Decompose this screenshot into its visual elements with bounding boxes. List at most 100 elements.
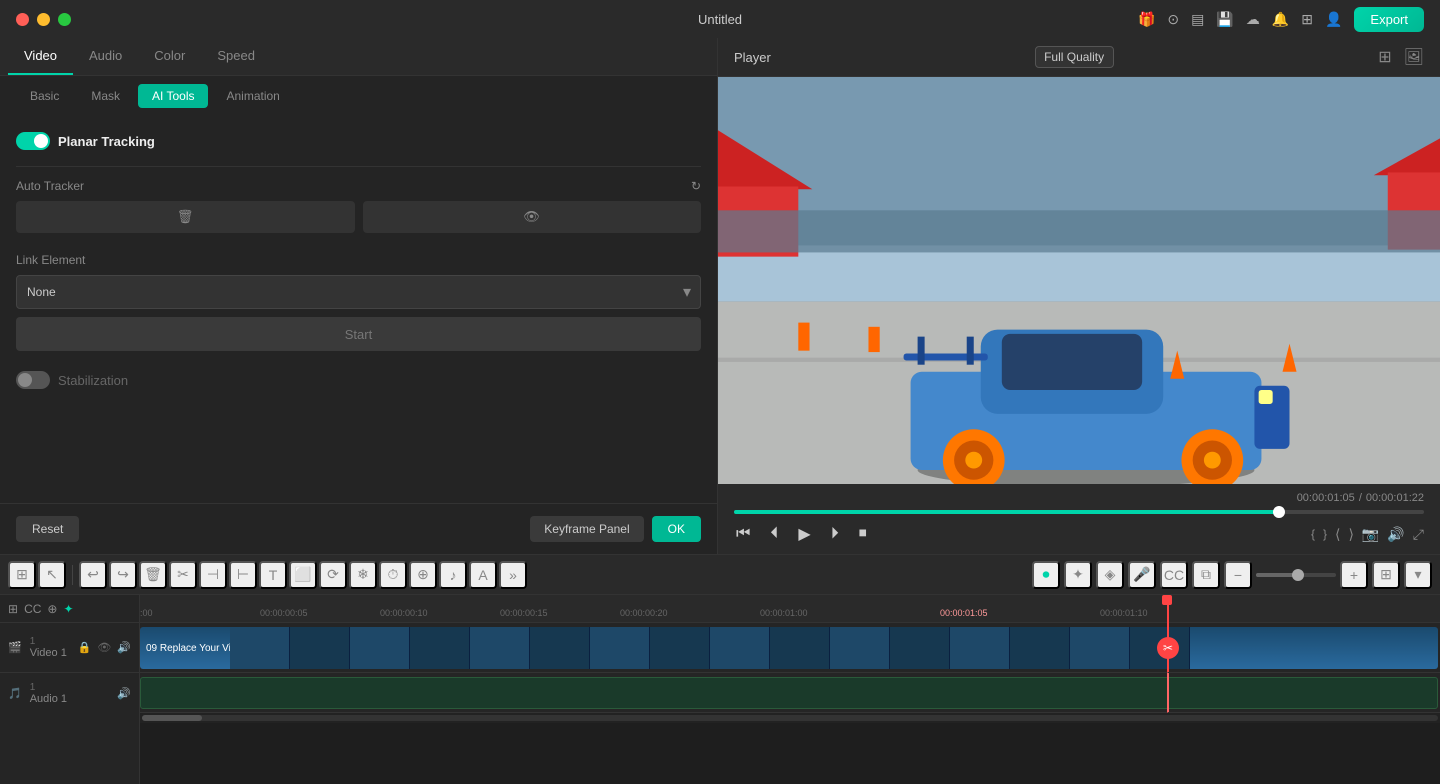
quality-select[interactable]: Full Quality 1/2 Quality 1/4 Quality: [1035, 46, 1114, 68]
toolbar-transform-btn[interactable]: ⟳: [319, 561, 347, 589]
frame-back-button[interactable]: ⏴: [768, 523, 780, 545]
toolbar-zoom-in-btn[interactable]: +: [1340, 561, 1368, 589]
grid-icon[interactable]: ⊞: [1301, 11, 1313, 28]
planar-tracking-toggle[interactable]: [16, 132, 50, 150]
toolbar-voice-btn[interactable]: 🎤: [1128, 561, 1156, 589]
toolbar-mask-btn[interactable]: ⊕: [409, 561, 437, 589]
stop-button[interactable]: ⏹: [857, 523, 869, 545]
progress-bar[interactable]: [734, 510, 1424, 514]
toolbar-more-btn[interactable]: »: [499, 561, 527, 589]
tab-color[interactable]: Color: [138, 38, 201, 75]
toolbar-speed-btn[interactable]: ⏱: [379, 561, 407, 589]
tab-video[interactable]: Video: [8, 38, 73, 75]
progress-handle[interactable]: [1273, 506, 1285, 518]
cloud-icon[interactable]: ☁: [1246, 11, 1260, 28]
toolbar-auto-btn[interactable]: A: [469, 561, 497, 589]
add-video-icon[interactable]: ⊞: [8, 602, 18, 616]
sub-tab-basic[interactable]: Basic: [16, 84, 73, 108]
playhead-audio: [1167, 673, 1169, 712]
scrollbar-track[interactable]: [142, 715, 1438, 721]
main-track-icon[interactable]: ✦: [63, 602, 73, 616]
notification-icon[interactable]: 🔔: [1272, 11, 1289, 28]
fullscreen-icon[interactable]: ⤢: [1413, 526, 1424, 543]
toolbar-audio-btn[interactable]: ♪: [439, 561, 467, 589]
profile-icon[interactable]: 👤: [1325, 11, 1342, 28]
maximize-button[interactable]: [58, 13, 71, 26]
gift-icon[interactable]: 🎁: [1138, 11, 1155, 28]
ruler-1m: 00:00:01:00: [760, 608, 808, 618]
link-element-select[interactable]: None: [16, 275, 701, 309]
link-element-value: None: [27, 285, 56, 299]
toolbar-caption-btn[interactable]: CC: [1160, 561, 1188, 589]
playhead-video[interactable]: ✂: [1167, 623, 1169, 672]
tracker-delete-btn[interactable]: 🗑: [16, 201, 355, 233]
minimize-button[interactable]: [37, 13, 50, 26]
keyframe-panel-button[interactable]: Keyframe Panel: [530, 516, 643, 542]
zoom-slider[interactable]: [1256, 573, 1336, 577]
toolbar-crop-btn[interactable]: ⬜: [289, 561, 317, 589]
ok-button[interactable]: OK: [652, 516, 701, 542]
toolbar-layout-btn[interactable]: ⊞: [1372, 561, 1400, 589]
image-icon[interactable]: 🖼: [1404, 47, 1424, 67]
save-icon[interactable]: 💾: [1216, 11, 1233, 28]
next-frame-icon[interactable]: ⟩: [1348, 526, 1353, 543]
sub-tab-mask[interactable]: Mask: [77, 84, 134, 108]
toolbar-sep-1: [72, 565, 73, 585]
frame-forward-button[interactable]: ⏵: [829, 523, 841, 545]
toolbar-text-btn[interactable]: T: [259, 561, 287, 589]
step-back-button[interactable]: ⏮: [734, 523, 752, 545]
toolbar-delete-btn[interactable]: 🗑: [139, 561, 167, 589]
out-point-icon[interactable]: }: [1323, 527, 1327, 541]
toggle-knob: [34, 134, 48, 148]
toolbar-undo-btn[interactable]: ↩: [79, 561, 107, 589]
export-button[interactable]: Export: [1354, 7, 1424, 32]
toolbar-select-btn[interactable]: ↖: [38, 561, 66, 589]
thumb-9: [710, 627, 770, 669]
tab-speed[interactable]: Speed: [201, 38, 271, 75]
volume-icon[interactable]: 🔊: [1387, 526, 1404, 543]
link-element-text: Link Element: [16, 253, 85, 267]
tab-audio[interactable]: Audio: [73, 38, 138, 75]
stabilization-toggle[interactable]: [16, 371, 50, 389]
play-button[interactable]: ▶: [796, 522, 812, 546]
add-main-icon[interactable]: ⊕: [47, 602, 57, 616]
add-subtitle-icon[interactable]: CC: [24, 602, 41, 616]
refresh-icon[interactable]: ↻: [691, 179, 701, 193]
toolbar-record-btn[interactable]: ⏺: [1032, 561, 1060, 589]
toolbar: ⊞ ↖ ↩ ↪ 🗑 ✂ ⊣ ⊢ T ⬜ ⟳ ❄ ⏱ ⊕ ♪ A » ⏺ ✦ ◈ …: [0, 555, 1440, 595]
reset-button[interactable]: Reset: [16, 516, 79, 542]
close-button[interactable]: [16, 13, 29, 26]
clip-thumbnails: [230, 627, 1438, 669]
toolbar-audio-split-btn[interactable]: ⊢: [229, 561, 257, 589]
in-point-icon[interactable]: {: [1311, 527, 1315, 541]
tracker-eye-btn[interactable]: 👁: [363, 201, 702, 233]
thumb-14: [1010, 627, 1070, 669]
volume-track-icon[interactable]: 🔊: [117, 641, 131, 654]
sub-tab-animation[interactable]: Animation: [212, 84, 293, 108]
toolbar-cut-btn[interactable]: ✂: [169, 561, 197, 589]
toolbar-effects-btn[interactable]: ✦: [1064, 561, 1092, 589]
toolbar-redo-btn[interactable]: ↪: [109, 561, 137, 589]
lock-icon[interactable]: 🔒: [78, 641, 92, 654]
screenshot-icon[interactable]: 📷: [1362, 526, 1379, 543]
toolbar-multi-btn[interactable]: ⊞: [8, 561, 36, 589]
grid-view-icon[interactable]: ⊞: [1378, 47, 1391, 67]
start-button[interactable]: Start: [16, 317, 701, 351]
video-clip[interactable]: 09 Replace Your Video - ▶: [140, 627, 1438, 669]
toolbar-freeze-btn[interactable]: ❄: [349, 561, 377, 589]
audio-clip[interactable]: [140, 677, 1438, 709]
toolbar-split-btn[interactable]: ⊣: [199, 561, 227, 589]
toolbar-zoom-out-btn[interactable]: −: [1224, 561, 1252, 589]
layout-icon[interactable]: ▤: [1191, 11, 1204, 28]
audio-volume-icon[interactable]: 🔊: [117, 687, 131, 700]
circle-icon[interactable]: ⊙: [1167, 11, 1179, 28]
sub-tab-ai-tools[interactable]: AI Tools: [138, 84, 208, 108]
toolbar-sticker-btn[interactable]: ◈: [1096, 561, 1124, 589]
ruler-20s: 00:00:00:20: [620, 608, 668, 618]
video-preview: [718, 77, 1440, 484]
scrollbar-thumb[interactable]: [142, 715, 202, 721]
prev-frame-icon[interactable]: ⟨: [1335, 526, 1340, 543]
toolbar-pip-btn[interactable]: ⧉: [1192, 561, 1220, 589]
visible-icon[interactable]: 👁: [97, 641, 111, 654]
toolbar-dropdown-btn[interactable]: ▾: [1404, 561, 1432, 589]
